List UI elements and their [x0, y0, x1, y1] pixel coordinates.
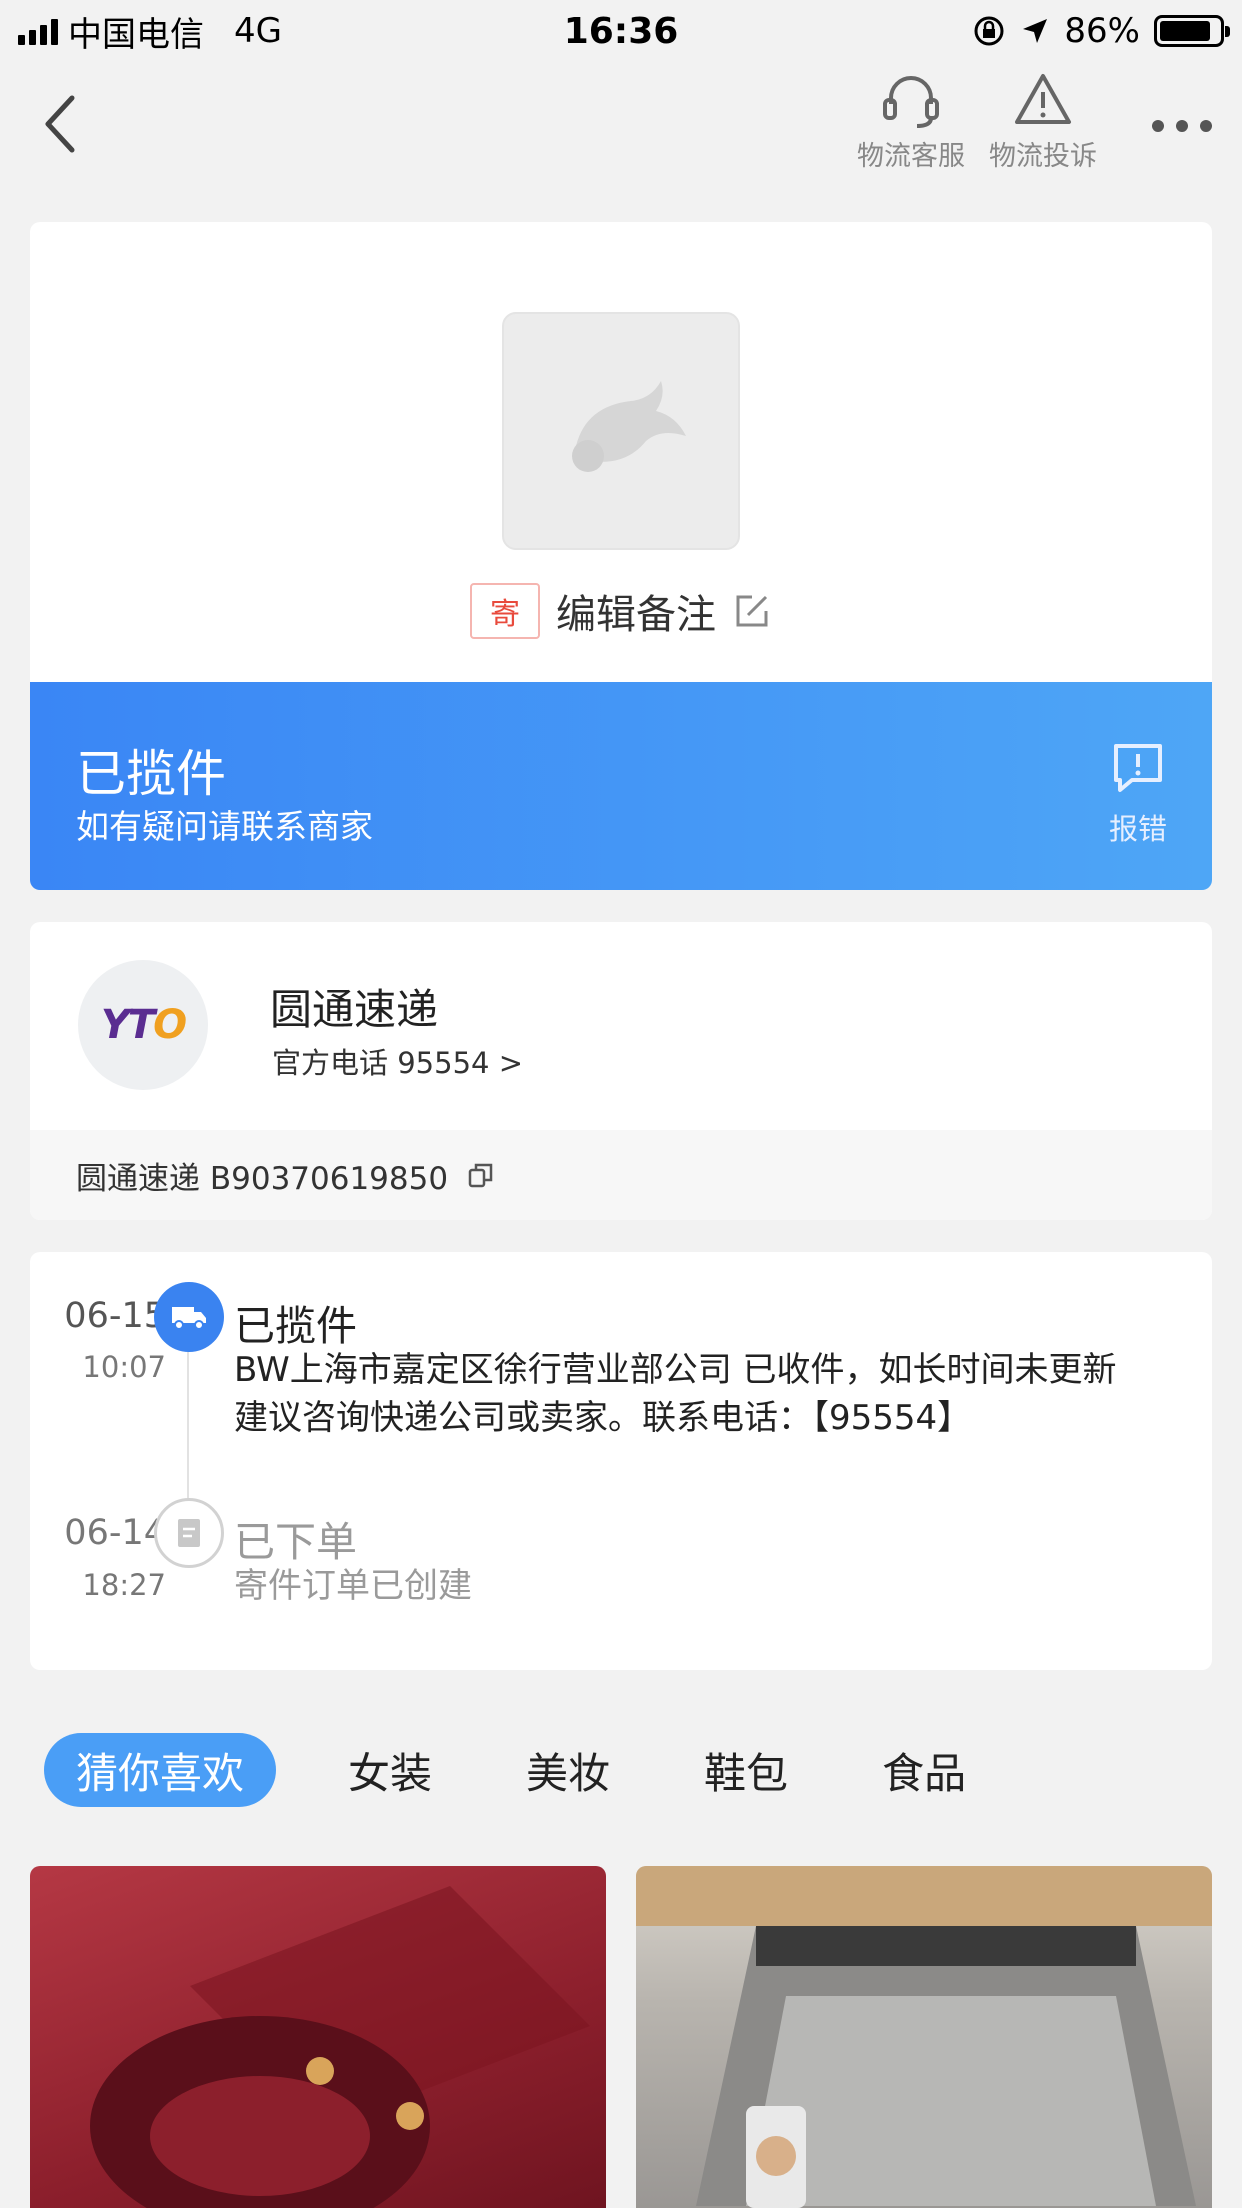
event-description: 寄件订单已创建 — [234, 1566, 472, 1606]
headset-icon — [883, 76, 939, 128]
event-title: 已揽件 — [234, 1302, 357, 1350]
edit-remark-label[interactable]: 编辑备注 — [556, 582, 716, 640]
logistics-service-label: 物流客服 — [857, 141, 965, 172]
status-bar: 中国电信 4G 16:36 86% — [0, 0, 1242, 62]
nav-bar: 物流客服 物流投诉 — [0, 62, 1242, 190]
chevron-left-icon — [45, 95, 75, 153]
remark-row: 寄 编辑备注 — [30, 582, 1212, 640]
courier-name: 圆通速递 — [270, 985, 439, 1034]
neck-massager-image — [90, 1886, 590, 2208]
event-description: BW上海市嘉定区徐行营业部公司 已收件，如长时间未更新建议咨询快递公司或卖家。联… — [234, 1350, 1117, 1438]
status-bar-left: 中国电信 4G — [18, 7, 438, 56]
product-card[interactable] — [30, 1866, 606, 2208]
carrier-label: 中国电信 — [68, 14, 204, 55]
status-title: 已揽件 — [76, 745, 226, 803]
logistics-complaint-label: 物流投诉 — [989, 141, 1097, 172]
report-icon — [1114, 744, 1162, 792]
order-document-icon — [154, 1498, 224, 1568]
event-time: 18:27 — [82, 1568, 166, 1602]
event-title: 已下单 — [234, 1518, 357, 1566]
truck-icon — [154, 1282, 224, 1352]
product-card[interactable] — [636, 1866, 1212, 2208]
battery-icon — [1154, 15, 1230, 47]
status-subtitle: 如有疑问请联系商家 — [76, 807, 373, 846]
event-time: 10:07 — [82, 1350, 166, 1384]
yto-logo: YTO — [78, 960, 208, 1090]
tab-shoes-bags[interactable]: 鞋包 — [682, 1733, 810, 1807]
tracking-number: 圆通速递 B90370619850 — [76, 1160, 449, 1197]
rotation-lock-icon — [974, 16, 1004, 46]
location-arrow-icon — [1023, 19, 1048, 43]
event-date: 06-15 — [64, 1296, 166, 1336]
warning-icon — [1015, 74, 1071, 124]
report-error-button[interactable]: 报错 — [1106, 740, 1170, 848]
courier-phone-link[interactable]: 官方电话 95554 > — [272, 1040, 523, 1082]
send-tag: 寄 — [470, 583, 540, 639]
status-bar-right: 86% — [804, 11, 1230, 51]
product-thumbnail[interactable] — [502, 312, 740, 550]
event-date: 06-14 — [64, 1513, 166, 1553]
back-button[interactable] — [40, 92, 100, 162]
tab-food[interactable]: 食品 — [860, 1733, 988, 1807]
parcel-card: 寄 编辑备注 已揽件 如有疑问请联系商家 报错 — [30, 222, 1212, 890]
report-error-label: 报错 — [1108, 812, 1167, 846]
logistics-service-button[interactable]: 物流客服 — [846, 70, 976, 173]
more-icon[interactable] — [1152, 114, 1212, 138]
range-hood-image — [636, 1866, 1212, 2208]
logistics-complaint-button[interactable]: 物流投诉 — [978, 70, 1108, 173]
tracking-number-row: 圆通速递 B90370619850 — [30, 1130, 1212, 1220]
edit-icon[interactable] — [732, 591, 772, 631]
battery-percent: 86% — [1064, 11, 1140, 51]
copy-icon[interactable] — [466, 1160, 496, 1190]
category-tabs: 猜你喜欢 女装 美妆 鞋包 食品 — [44, 1733, 1038, 1807]
tab-womens-wear[interactable]: 女装 — [326, 1733, 454, 1807]
status-banner: 已揽件 如有疑问请联系商家 报错 — [30, 682, 1212, 890]
tab-beauty[interactable]: 美妆 — [504, 1733, 632, 1807]
bird-placeholder-icon — [572, 381, 686, 472]
timeline-connector — [187, 1340, 189, 1502]
clock: 16:36 — [563, 10, 679, 52]
network-label: 4G — [234, 11, 282, 51]
tab-guess-you-like[interactable]: 猜你喜欢 — [44, 1733, 277, 1807]
courier-card: YTO 圆通速递 官方电话 95554 > 圆通速递 B90370619850 — [30, 922, 1212, 1220]
signal-icon — [18, 17, 58, 45]
